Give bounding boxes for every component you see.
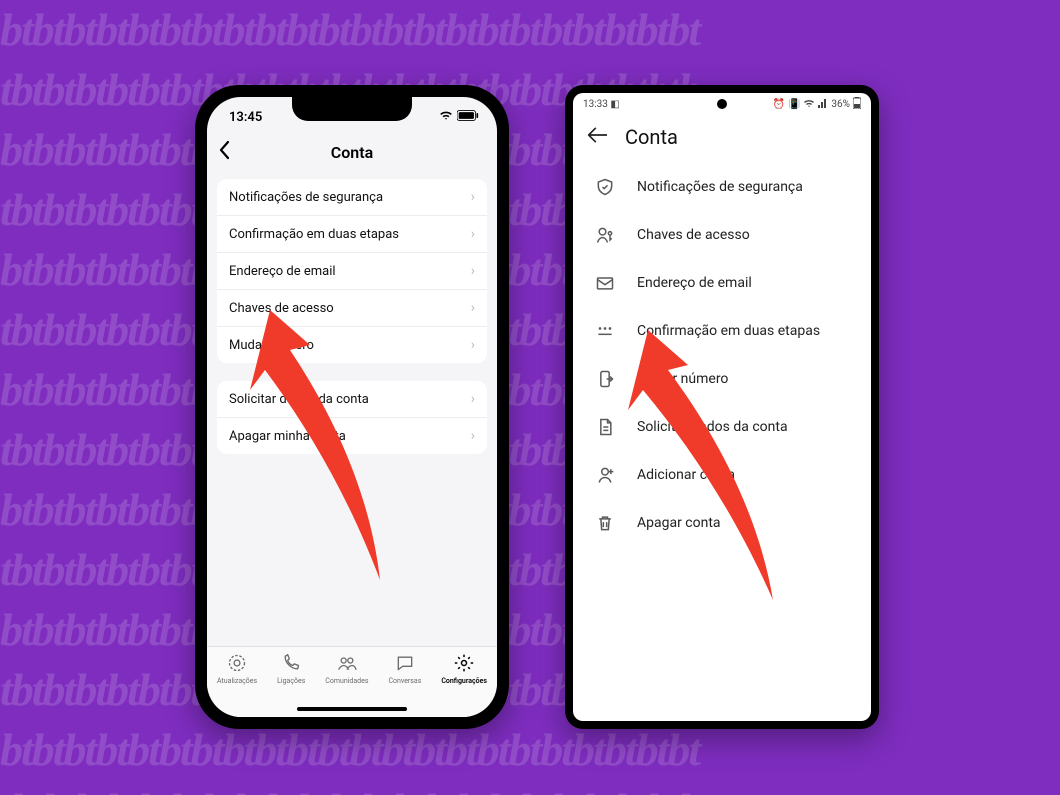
row-label: Mudar número: [637, 371, 728, 387]
row-label: Confirmação em duas etapas: [637, 323, 820, 339]
row-label: Solicitar dados da conta: [229, 392, 369, 407]
row-label: Endereço de email: [637, 275, 752, 291]
row-label: Confirmação em duas etapas: [229, 227, 399, 242]
alarm-icon: ⏰: [773, 99, 785, 110]
chevron-right-icon: ›: [471, 391, 475, 407]
battery-label: 36%: [831, 99, 850, 110]
mail-icon: [595, 273, 615, 293]
row-email[interactable]: Endereço de email ›: [217, 253, 487, 290]
notification-icon: ◧: [610, 99, 619, 110]
signal-icon: [818, 98, 828, 111]
row-label: Mudar número: [229, 338, 314, 353]
tab-updates[interactable]: Atualizações: [217, 653, 257, 685]
ios-content: Notificações de segurança › Confirmação …: [207, 173, 497, 454]
tab-settings[interactable]: Configurações: [441, 653, 487, 685]
tab-label: Comunidades: [325, 677, 368, 685]
battery-icon: [853, 97, 861, 112]
background-pattern: btbtbtbtbtbtbtbtbtbtbtbtbtbtbtbtbtbtbtbt…: [0, 0, 1060, 795]
chat-icon: [395, 653, 415, 675]
back-button[interactable]: [587, 125, 607, 149]
iphone-notch: [292, 97, 412, 121]
row-passkeys[interactable]: Chaves de acesso ›: [217, 290, 487, 327]
row-security-notifications[interactable]: Notificações de segurança: [577, 163, 867, 211]
iphone-frame: 13:45 Conta Notificações de segurança ›: [195, 85, 509, 729]
wifi-icon: [439, 109, 453, 125]
android-frame: 13:33 ◧ ⏰ 📳 36% Co: [565, 85, 879, 729]
row-label: Notificações de segurança: [229, 190, 383, 205]
row-security-notifications[interactable]: Notificações de segurança ›: [217, 179, 487, 216]
person-add-icon: [595, 465, 615, 485]
android-screen: 13:33 ◧ ⏰ 📳 36% Co: [573, 93, 871, 721]
android-settings-list: Notificações de segurança Chaves de aces…: [573, 163, 871, 547]
android-header: Conta: [573, 115, 871, 163]
ios-status-time: 13:45: [229, 110, 262, 125]
row-change-number[interactable]: Mudar número ›: [217, 327, 487, 363]
chevron-right-icon: ›: [471, 300, 475, 316]
phone-icon: [281, 653, 301, 675]
chevron-right-icon: ›: [471, 428, 475, 444]
ios-nav-bar: Conta: [207, 131, 497, 173]
row-two-step[interactable]: Confirmação em duas etapas: [577, 307, 867, 355]
row-add-account[interactable]: Adicionar conta: [577, 451, 867, 499]
tab-communities[interactable]: Comunidades: [325, 653, 368, 685]
status-circle-icon: [227, 653, 247, 675]
android-status-time: 13:33: [583, 99, 608, 110]
pin-dots-icon: [595, 321, 615, 341]
document-icon: [595, 417, 615, 437]
sim-swap-icon: [595, 369, 615, 389]
row-two-step[interactable]: Confirmação em duas etapas ›: [217, 216, 487, 253]
row-label: Apagar minha conta: [229, 429, 346, 444]
row-change-number[interactable]: Mudar número: [577, 355, 867, 403]
chevron-right-icon: ›: [471, 226, 475, 242]
row-label: Chaves de acesso: [637, 227, 750, 243]
page-title: Conta: [625, 125, 678, 149]
tab-chats[interactable]: Conversas: [388, 653, 421, 685]
row-label: Adicionar conta: [637, 467, 735, 483]
shield-icon: [595, 177, 615, 197]
tab-calls[interactable]: Ligações: [277, 653, 305, 685]
gear-icon: [454, 653, 474, 675]
row-email[interactable]: Endereço de email: [577, 259, 867, 307]
row-request-account-data[interactable]: Solicitar dados da conta ›: [217, 381, 487, 418]
wifi-icon: [803, 98, 815, 111]
chevron-right-icon: ›: [471, 337, 475, 353]
row-label: Solicitar dados da conta: [637, 419, 788, 435]
row-request-account-data[interactable]: Solicitar dados da conta: [577, 403, 867, 451]
trash-icon: [595, 513, 615, 533]
back-button[interactable]: [217, 140, 231, 165]
tab-label: Configurações: [441, 677, 487, 685]
chevron-right-icon: ›: [471, 189, 475, 205]
row-label: Notificações de segurança: [637, 179, 803, 195]
chevron-right-icon: ›: [471, 263, 475, 279]
battery-icon: [457, 110, 479, 125]
people-icon: [337, 653, 357, 675]
row-passkeys[interactable]: Chaves de acesso: [577, 211, 867, 259]
iphone-screen: 13:45 Conta Notificações de segurança ›: [207, 97, 497, 717]
settings-group-2: Solicitar dados da conta › Apagar minha …: [217, 381, 487, 454]
tab-label: Atualizações: [217, 677, 257, 685]
tab-label: Ligações: [277, 677, 305, 685]
vibrate-icon: 📳: [788, 99, 800, 110]
page-title: Conta: [331, 143, 373, 162]
home-indicator[interactable]: [297, 707, 407, 711]
row-label: Apagar conta: [637, 515, 721, 531]
row-delete-account[interactable]: Apagar conta: [577, 499, 867, 547]
settings-group-1: Notificações de segurança › Confirmação …: [217, 179, 487, 363]
row-delete-account[interactable]: Apagar minha conta ›: [217, 418, 487, 454]
row-label: Endereço de email: [229, 264, 336, 279]
tab-label: Conversas: [388, 677, 421, 685]
row-label: Chaves de acesso: [229, 301, 334, 316]
passkey-icon: [595, 225, 615, 245]
android-camera-hole: [717, 99, 727, 109]
